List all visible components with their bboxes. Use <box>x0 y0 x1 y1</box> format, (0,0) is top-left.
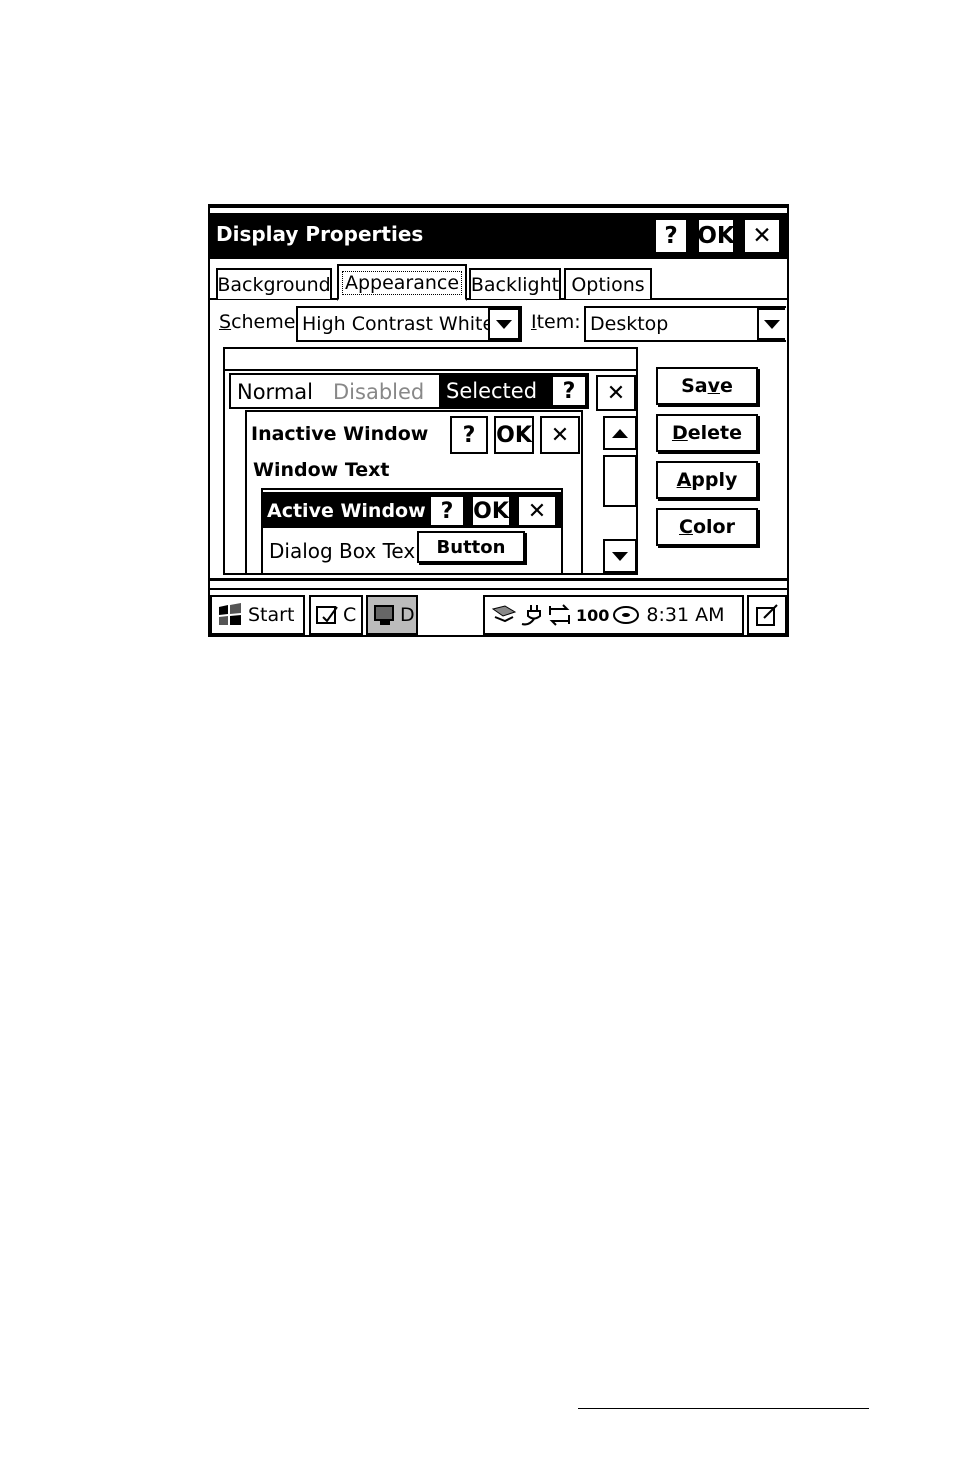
item-select[interactable]: Desktop <box>584 306 786 342</box>
taskbar-item-display-label: D <box>400 604 415 626</box>
color-label-post: olor <box>692 516 735 538</box>
item-dropdown-button[interactable] <box>757 308 785 340</box>
apply-label-accel: A <box>676 469 692 491</box>
show-desktop-button[interactable] <box>747 595 787 635</box>
inactive-window-title: Inactive Window <box>251 423 429 445</box>
chevron-down-icon <box>612 551 628 561</box>
apply-label-post: pply <box>691 469 738 491</box>
page-footer-rule <box>578 1408 869 1409</box>
control-panel-icon <box>316 606 338 624</box>
active-window-title: Active Window <box>267 500 426 522</box>
scheme-label-accel: S <box>219 311 232 333</box>
scheme-label: Scheme: <box>219 311 302 333</box>
chevron-down-icon <box>496 319 512 329</box>
close-button[interactable]: ✕ <box>743 218 781 254</box>
scheme-preview[interactable]: Normal Disabled Selected ? ✕ Inactive Wi… <box>223 347 638 575</box>
preview-desktop-line <box>225 369 636 371</box>
save-label-accel: v <box>707 375 720 397</box>
window-title: Display Properties <box>216 222 424 246</box>
chevron-down-icon <box>764 319 780 329</box>
window-bottom-border <box>208 578 789 581</box>
clock[interactable]: 8:31 AM <box>646 604 724 626</box>
save-label-post: e <box>720 375 733 397</box>
battery-level[interactable]: 100 <box>576 606 609 625</box>
windows-flag-icon <box>219 603 241 625</box>
window-text-sample: Window Text <box>253 459 390 481</box>
item-label-text: tem: <box>536 311 581 333</box>
inactive-close-button: ✕ <box>540 416 580 454</box>
taskbar-item-control-panel-label: C <box>343 604 357 626</box>
tab-appearance-label: Appearance <box>341 270 463 295</box>
scroll-down-button <box>603 539 636 573</box>
disabled-text: Disabled <box>333 380 425 404</box>
scroll-up-button <box>603 416 636 450</box>
power-plug-icon[interactable] <box>519 602 547 628</box>
tab-backlight[interactable]: Backlight <box>469 268 561 299</box>
help-button[interactable]: ? <box>654 218 688 254</box>
normal-text: Normal <box>237 380 313 404</box>
storage-icon[interactable] <box>612 604 640 626</box>
preview-sample-button: Button <box>417 531 525 563</box>
scheme-dropdown-button[interactable] <box>488 308 520 340</box>
delete-button[interactable]: Delete <box>656 414 758 452</box>
start-label: Start <box>248 604 295 626</box>
ok-button[interactable]: OK <box>697 218 735 254</box>
save-button[interactable]: Sa v e <box>656 367 758 405</box>
delete-label-post: elete <box>687 422 743 444</box>
sync-icon[interactable] <box>547 603 573 627</box>
preview-close-button: ✕ <box>596 375 636 411</box>
taskbar-top-border <box>208 588 789 590</box>
apply-button[interactable]: Apply <box>656 461 758 499</box>
inactive-ok-button: OK <box>494 416 534 454</box>
active-close-button: ✕ <box>517 495 557 527</box>
show-desktop-icon <box>756 604 778 626</box>
scheme-value: High Contrast White <box>302 313 495 335</box>
delete-label-accel: D <box>671 422 688 444</box>
tab-appearance[interactable]: Appearance <box>337 264 467 301</box>
item-value: Desktop <box>590 313 669 335</box>
color-button[interactable]: Color <box>656 508 758 546</box>
screen-top-border <box>208 204 789 208</box>
tab-options[interactable]: Options <box>564 268 652 299</box>
active-ok-button: OK <box>471 495 511 527</box>
system-tray: 100 8:31 AM <box>483 595 744 635</box>
scroll-thumb <box>603 455 636 507</box>
inactive-help-button: ? <box>450 416 488 454</box>
selected-text: Selected <box>439 375 551 407</box>
start-button[interactable]: Start <box>210 595 305 635</box>
preview-help-button: ? <box>551 375 587 407</box>
chevron-up-icon <box>612 428 628 438</box>
display-icon <box>374 605 394 625</box>
active-help-button: ? <box>429 495 465 527</box>
scheme-label-text: cheme: <box>231 311 302 333</box>
dialog-box-text: Dialog Box Tex <box>269 539 416 563</box>
tab-background[interactable]: Background <box>216 268 332 299</box>
taskbar-item-control-panel[interactable]: C <box>309 595 363 635</box>
save-label-pre: Sa <box>681 375 708 397</box>
item-label: Item: <box>531 311 581 333</box>
taskbar-item-display[interactable]: D <box>366 595 418 635</box>
network-icon[interactable] <box>489 603 519 627</box>
color-label-accel: C <box>679 516 693 538</box>
